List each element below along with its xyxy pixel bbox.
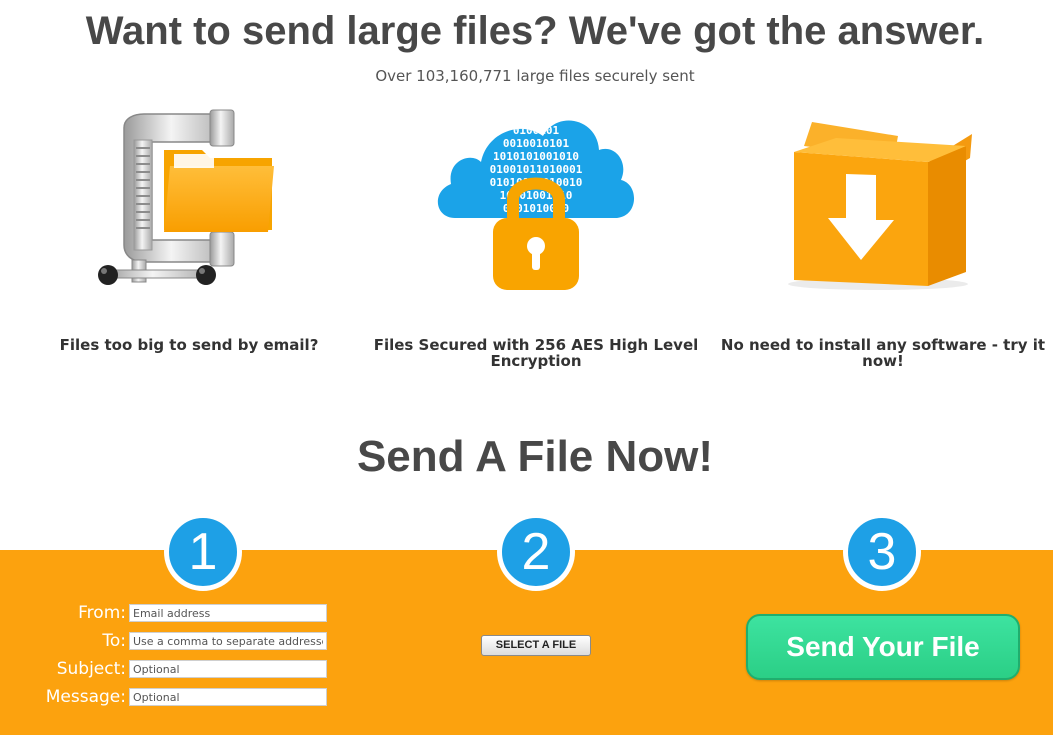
page-headline: Want to send large files? We've got the … <box>85 9 985 53</box>
select-file-button[interactable]: SELECT A FILE <box>481 635 591 656</box>
subject-label: Subject: <box>56 659 126 679</box>
files-sent-counter: Over 103,160,771 large files securely se… <box>375 67 695 85</box>
send-file-button[interactable]: Send Your File <box>746 614 1020 680</box>
send-section-title: Send A File Now! <box>356 432 714 481</box>
step-1-badge: 1 <box>164 513 242 591</box>
from-label: From: <box>78 603 126 623</box>
message-row: Message: <box>0 686 340 708</box>
clamped-folder-icon <box>98 109 274 285</box>
to-row: To: <box>0 630 340 652</box>
from-row: From: <box>0 602 340 624</box>
feature-caption: No need to install any software - try it… <box>720 336 1046 370</box>
download-box-icon <box>788 122 972 290</box>
step-3-badge: 3 <box>843 513 921 591</box>
feature-caption: Files too big to send by email? <box>59 336 319 354</box>
binary-line: 0100101 <box>513 124 560 137</box>
message-input[interactable] <box>129 688 327 706</box>
subject-input[interactable] <box>129 660 327 678</box>
binary-line: 0010010101 <box>503 137 570 150</box>
subject-row: Subject: <box>0 658 340 680</box>
binary-line: 10110 <box>519 112 552 125</box>
binary-line: 01001011010001 <box>490 163 583 176</box>
binary-line: 1010101001010 <box>493 150 579 163</box>
feature-caption: Files Secured with 256 AES High Level En… <box>373 336 699 370</box>
from-email-input[interactable] <box>129 604 327 622</box>
to-label: To: <box>102 631 126 651</box>
to-recipients-input[interactable] <box>129 632 327 650</box>
message-label: Message: <box>45 687 126 707</box>
step-2-badge: 2 <box>497 513 575 591</box>
encrypted-cloud-lock-icon: 10110 0100101 0010010101 1010101001010 0… <box>437 112 635 290</box>
